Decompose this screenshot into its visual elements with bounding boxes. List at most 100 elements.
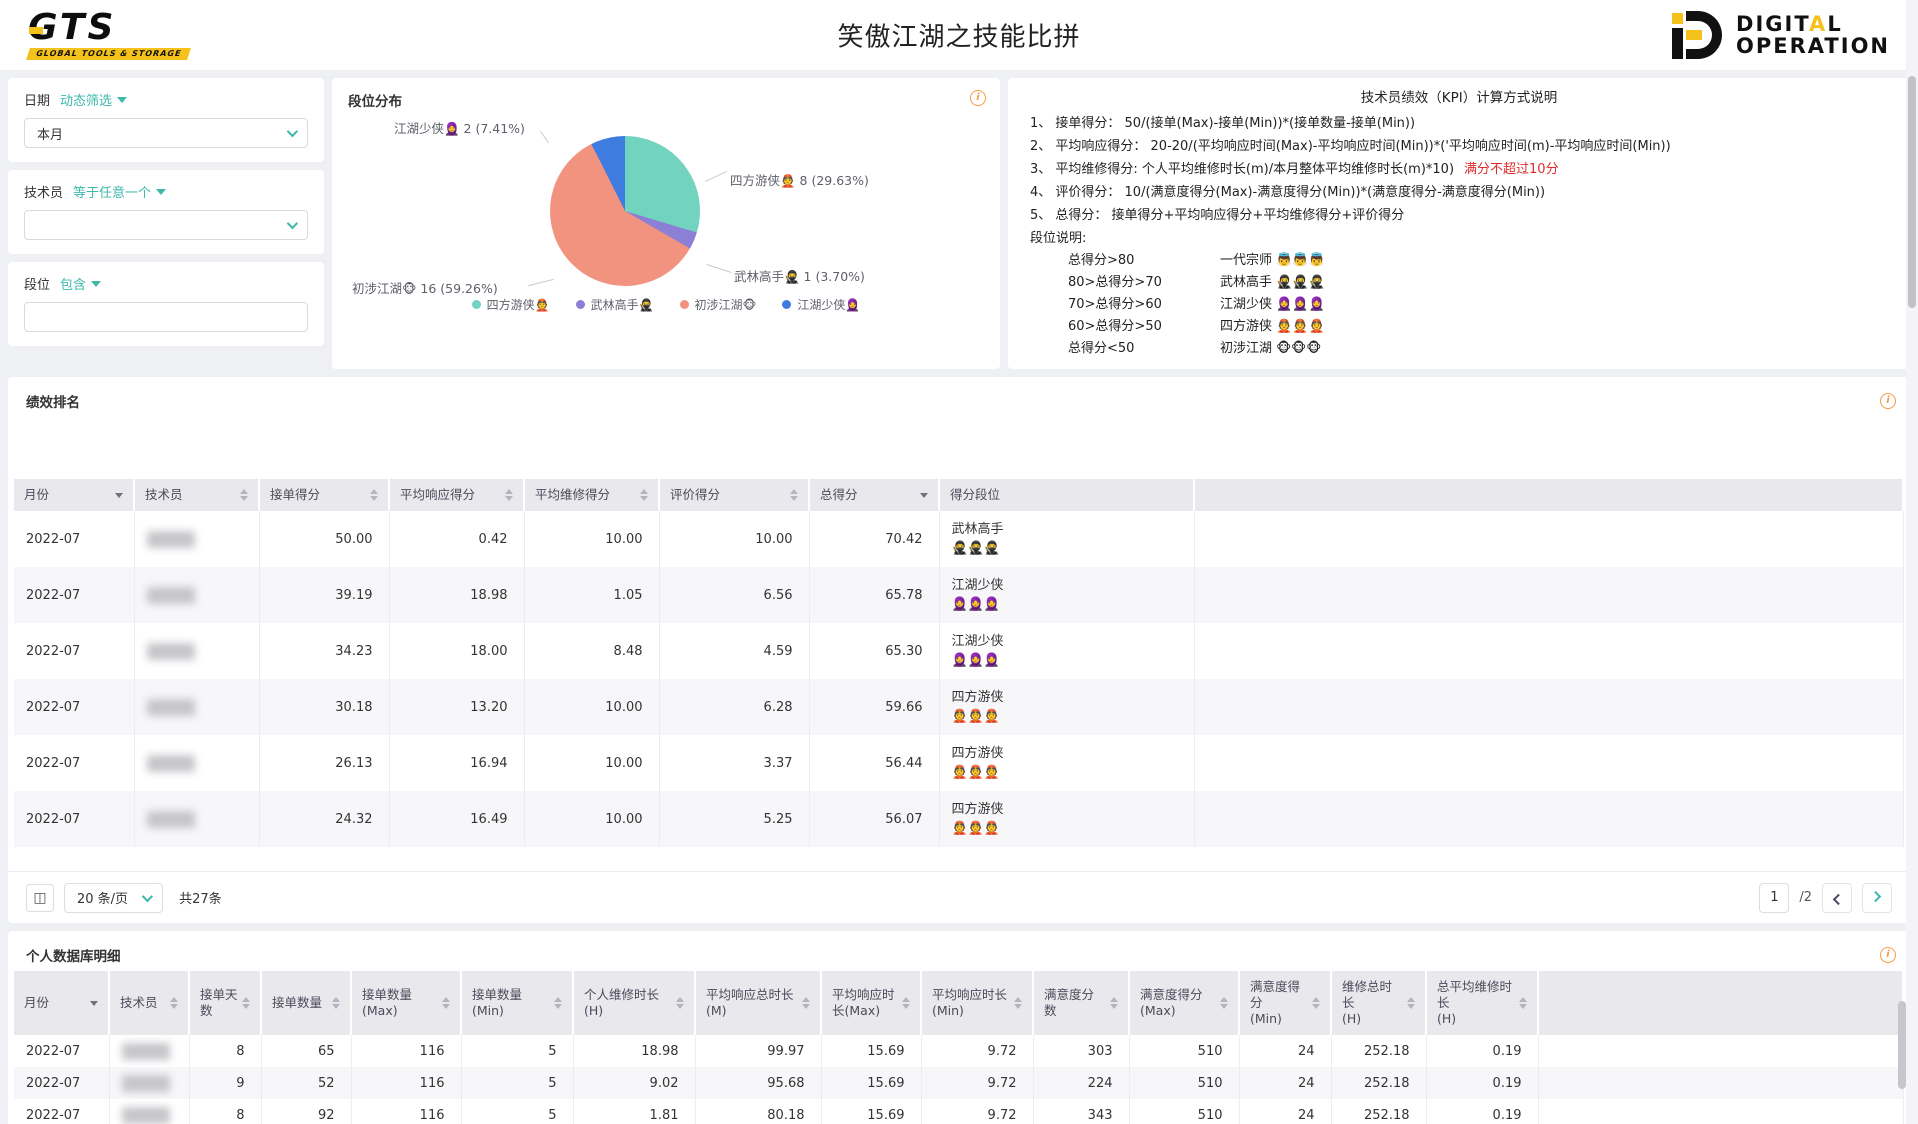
digital-operation-mark-icon: [1672, 11, 1724, 59]
column-header-接单天数[interactable]: 接单天数: [189, 971, 261, 1035]
column-header-满意度分数[interactable]: 满意度分数: [1033, 971, 1129, 1035]
column-header-平均响应时长[interactable]: 平均响应时长(Min): [921, 971, 1033, 1035]
sort-icon[interactable]: [1220, 997, 1228, 1009]
column-header-评价得分[interactable]: 评价得分: [659, 479, 809, 511]
sort-icon[interactable]: [1312, 997, 1320, 1009]
value-cell: 24: [1239, 1035, 1331, 1067]
technician-cell-blurred: [134, 679, 259, 735]
prev-page-button[interactable]: [1822, 883, 1852, 913]
table-row[interactable]: 2022-0795211659.0295.6815.699.7222451024…: [14, 1067, 1903, 1099]
column-header-总平均维修时长[interactable]: 总平均维修时长(H): [1426, 971, 1538, 1035]
month-cell: 2022-07: [14, 791, 134, 847]
page-scrollbar[interactable]: [1906, 0, 1918, 1124]
score-cell: 59.66: [809, 679, 939, 735]
table-row[interactable]: 2022-0750.000.4210.0010.0070.42武林高手🥷🥷🥷: [14, 511, 1903, 567]
technician-filter-select[interactable]: [24, 210, 308, 240]
value-cell: 24: [1239, 1067, 1331, 1099]
info-icon[interactable]: i: [970, 90, 986, 106]
filler-cell: [1538, 1035, 1903, 1067]
sort-icon[interactable]: [332, 997, 340, 1009]
column-header-接单得分[interactable]: 接单得分: [259, 479, 389, 511]
sort-icon[interactable]: [505, 489, 513, 501]
date-filter-label: 日期: [24, 90, 50, 109]
filter-panel: 日期 动态筛选 本月 技术员 等于任意一个: [8, 78, 324, 369]
info-icon[interactable]: i: [1880, 393, 1896, 409]
score-cell: 24.32: [259, 791, 389, 847]
sort-icon[interactable]: [640, 489, 648, 501]
detail-table-scrollbar[interactable]: [1898, 1001, 1906, 1124]
column-header-维修总时长[interactable]: 维修总时长(H): [1331, 971, 1426, 1035]
sort-desc-icon[interactable]: [115, 493, 123, 498]
column-header-平均维修得分[interactable]: 平均维修得分: [524, 479, 659, 511]
legend-item[interactable]: 四方游侠👲: [472, 296, 550, 313]
table-row[interactable]: 2022-0730.1813.2010.006.2859.66四方游侠👲👲👲: [14, 679, 1903, 735]
kpi-formula-line: 4、 评价得分： 10/(满意度得分(Max)-满意度得分(Min))*(满意度…: [1030, 182, 1888, 203]
table-row[interactable]: 2022-0739.1918.981.056.5665.78江湖少侠🧕🧕🧕: [14, 567, 1903, 623]
sort-icon[interactable]: [802, 997, 810, 1009]
column-header-平均响应得分[interactable]: 平均响应得分: [389, 479, 524, 511]
column-settings-button[interactable]: ◫: [26, 884, 54, 912]
column-header-平均响应总时长[interactable]: 平均响应总时长(M): [695, 971, 821, 1035]
date-filter-select[interactable]: 本月: [24, 118, 308, 148]
rank-distribution-pie[interactable]: [550, 136, 700, 286]
table-row[interactable]: 2022-0726.1316.9410.003.3756.44四方游侠👲👲👲: [14, 735, 1903, 791]
sort-desc-icon[interactable]: [920, 493, 928, 498]
sort-icon[interactable]: [676, 997, 684, 1009]
page-size-select[interactable]: 20 条/页: [64, 883, 163, 913]
filler-cell: [1194, 567, 1903, 623]
sort-icon[interactable]: [554, 997, 562, 1009]
column-header-接单数量[interactable]: 接单数量: [261, 971, 351, 1035]
technician-filter-operator[interactable]: 等于任意一个: [73, 182, 166, 201]
column-header-技术员[interactable]: 技术员: [134, 479, 259, 511]
technician-cell-blurred: [134, 511, 259, 567]
sort-icon[interactable]: [790, 489, 798, 501]
column-header-filler: [1194, 479, 1903, 511]
column-header-总得分[interactable]: 总得分: [809, 479, 939, 511]
column-header-接单数量(Min)[interactable]: 接单数量(Min): [461, 971, 573, 1035]
sort-icon[interactable]: [1110, 997, 1118, 1009]
technician-cell-blurred: [134, 567, 259, 623]
legend-item[interactable]: 初涉江湖🐵: [680, 296, 757, 313]
blurred-name: [147, 699, 195, 716]
sort-icon[interactable]: [242, 997, 250, 1009]
sort-icon[interactable]: [1407, 997, 1415, 1009]
sort-icon[interactable]: [442, 997, 450, 1009]
column-header-技术员[interactable]: 技术员: [109, 971, 189, 1035]
score-cell: 34.23: [259, 623, 389, 679]
value-cell: 252.18: [1331, 1067, 1426, 1099]
sort-icon[interactable]: [240, 489, 248, 501]
date-filter-operator[interactable]: 动态筛选: [60, 90, 127, 109]
info-icon[interactable]: i: [1880, 947, 1896, 963]
sort-desc-icon[interactable]: [90, 1001, 98, 1006]
table-row[interactable]: 2022-07865116518.9899.9715.699.723035102…: [14, 1035, 1903, 1067]
sort-icon[interactable]: [1519, 997, 1527, 1009]
rank-filter-input[interactable]: [24, 302, 308, 332]
legend-item[interactable]: 江湖少侠🧕: [782, 296, 860, 313]
rank-filter-operator[interactable]: 包含: [60, 274, 101, 293]
score-cell: 13.20: [389, 679, 524, 735]
value-cell: 15.69: [821, 1035, 921, 1067]
page-title: 笑傲江湖之技能比拼: [837, 17, 1080, 54]
current-page-box[interactable]: 1: [1759, 883, 1789, 913]
table-row[interactable]: 2022-0789211651.8180.1815.699.7234351024…: [14, 1099, 1903, 1124]
sort-icon[interactable]: [902, 997, 910, 1009]
column-header-月份[interactable]: 月份: [14, 479, 134, 511]
column-header-平均响应时[interactable]: 平均响应时长(Max): [821, 971, 921, 1035]
sort-icon[interactable]: [1014, 997, 1022, 1009]
column-header-满意度得分[interactable]: 满意度得分(Max): [1129, 971, 1239, 1035]
sort-icon[interactable]: [170, 997, 178, 1009]
column-header-接单数量[interactable]: 接单数量(Max): [351, 971, 461, 1035]
column-header-满意度得分[interactable]: 满意度得分(Min): [1239, 971, 1331, 1035]
column-header-月份[interactable]: 月份: [14, 971, 109, 1035]
table-row[interactable]: 2022-0734.2318.008.484.5965.30江湖少侠🧕🧕🧕: [14, 623, 1903, 679]
legend-item[interactable]: 武林高手🥷: [576, 296, 654, 313]
sort-icon[interactable]: [370, 489, 378, 501]
next-page-button[interactable]: [1862, 883, 1892, 913]
table-row[interactable]: 2022-0724.3216.4910.005.2556.07四方游侠👲👲👲: [14, 791, 1903, 847]
month-cell: 2022-07: [14, 1099, 109, 1124]
value-cell: 9.02: [573, 1067, 695, 1099]
score-cell: 1.05: [524, 567, 659, 623]
value-cell: 303: [1033, 1035, 1129, 1067]
filler-cell: [1194, 623, 1903, 679]
column-header-个人维修时长(H)[interactable]: 个人维修时长(H): [573, 971, 695, 1035]
